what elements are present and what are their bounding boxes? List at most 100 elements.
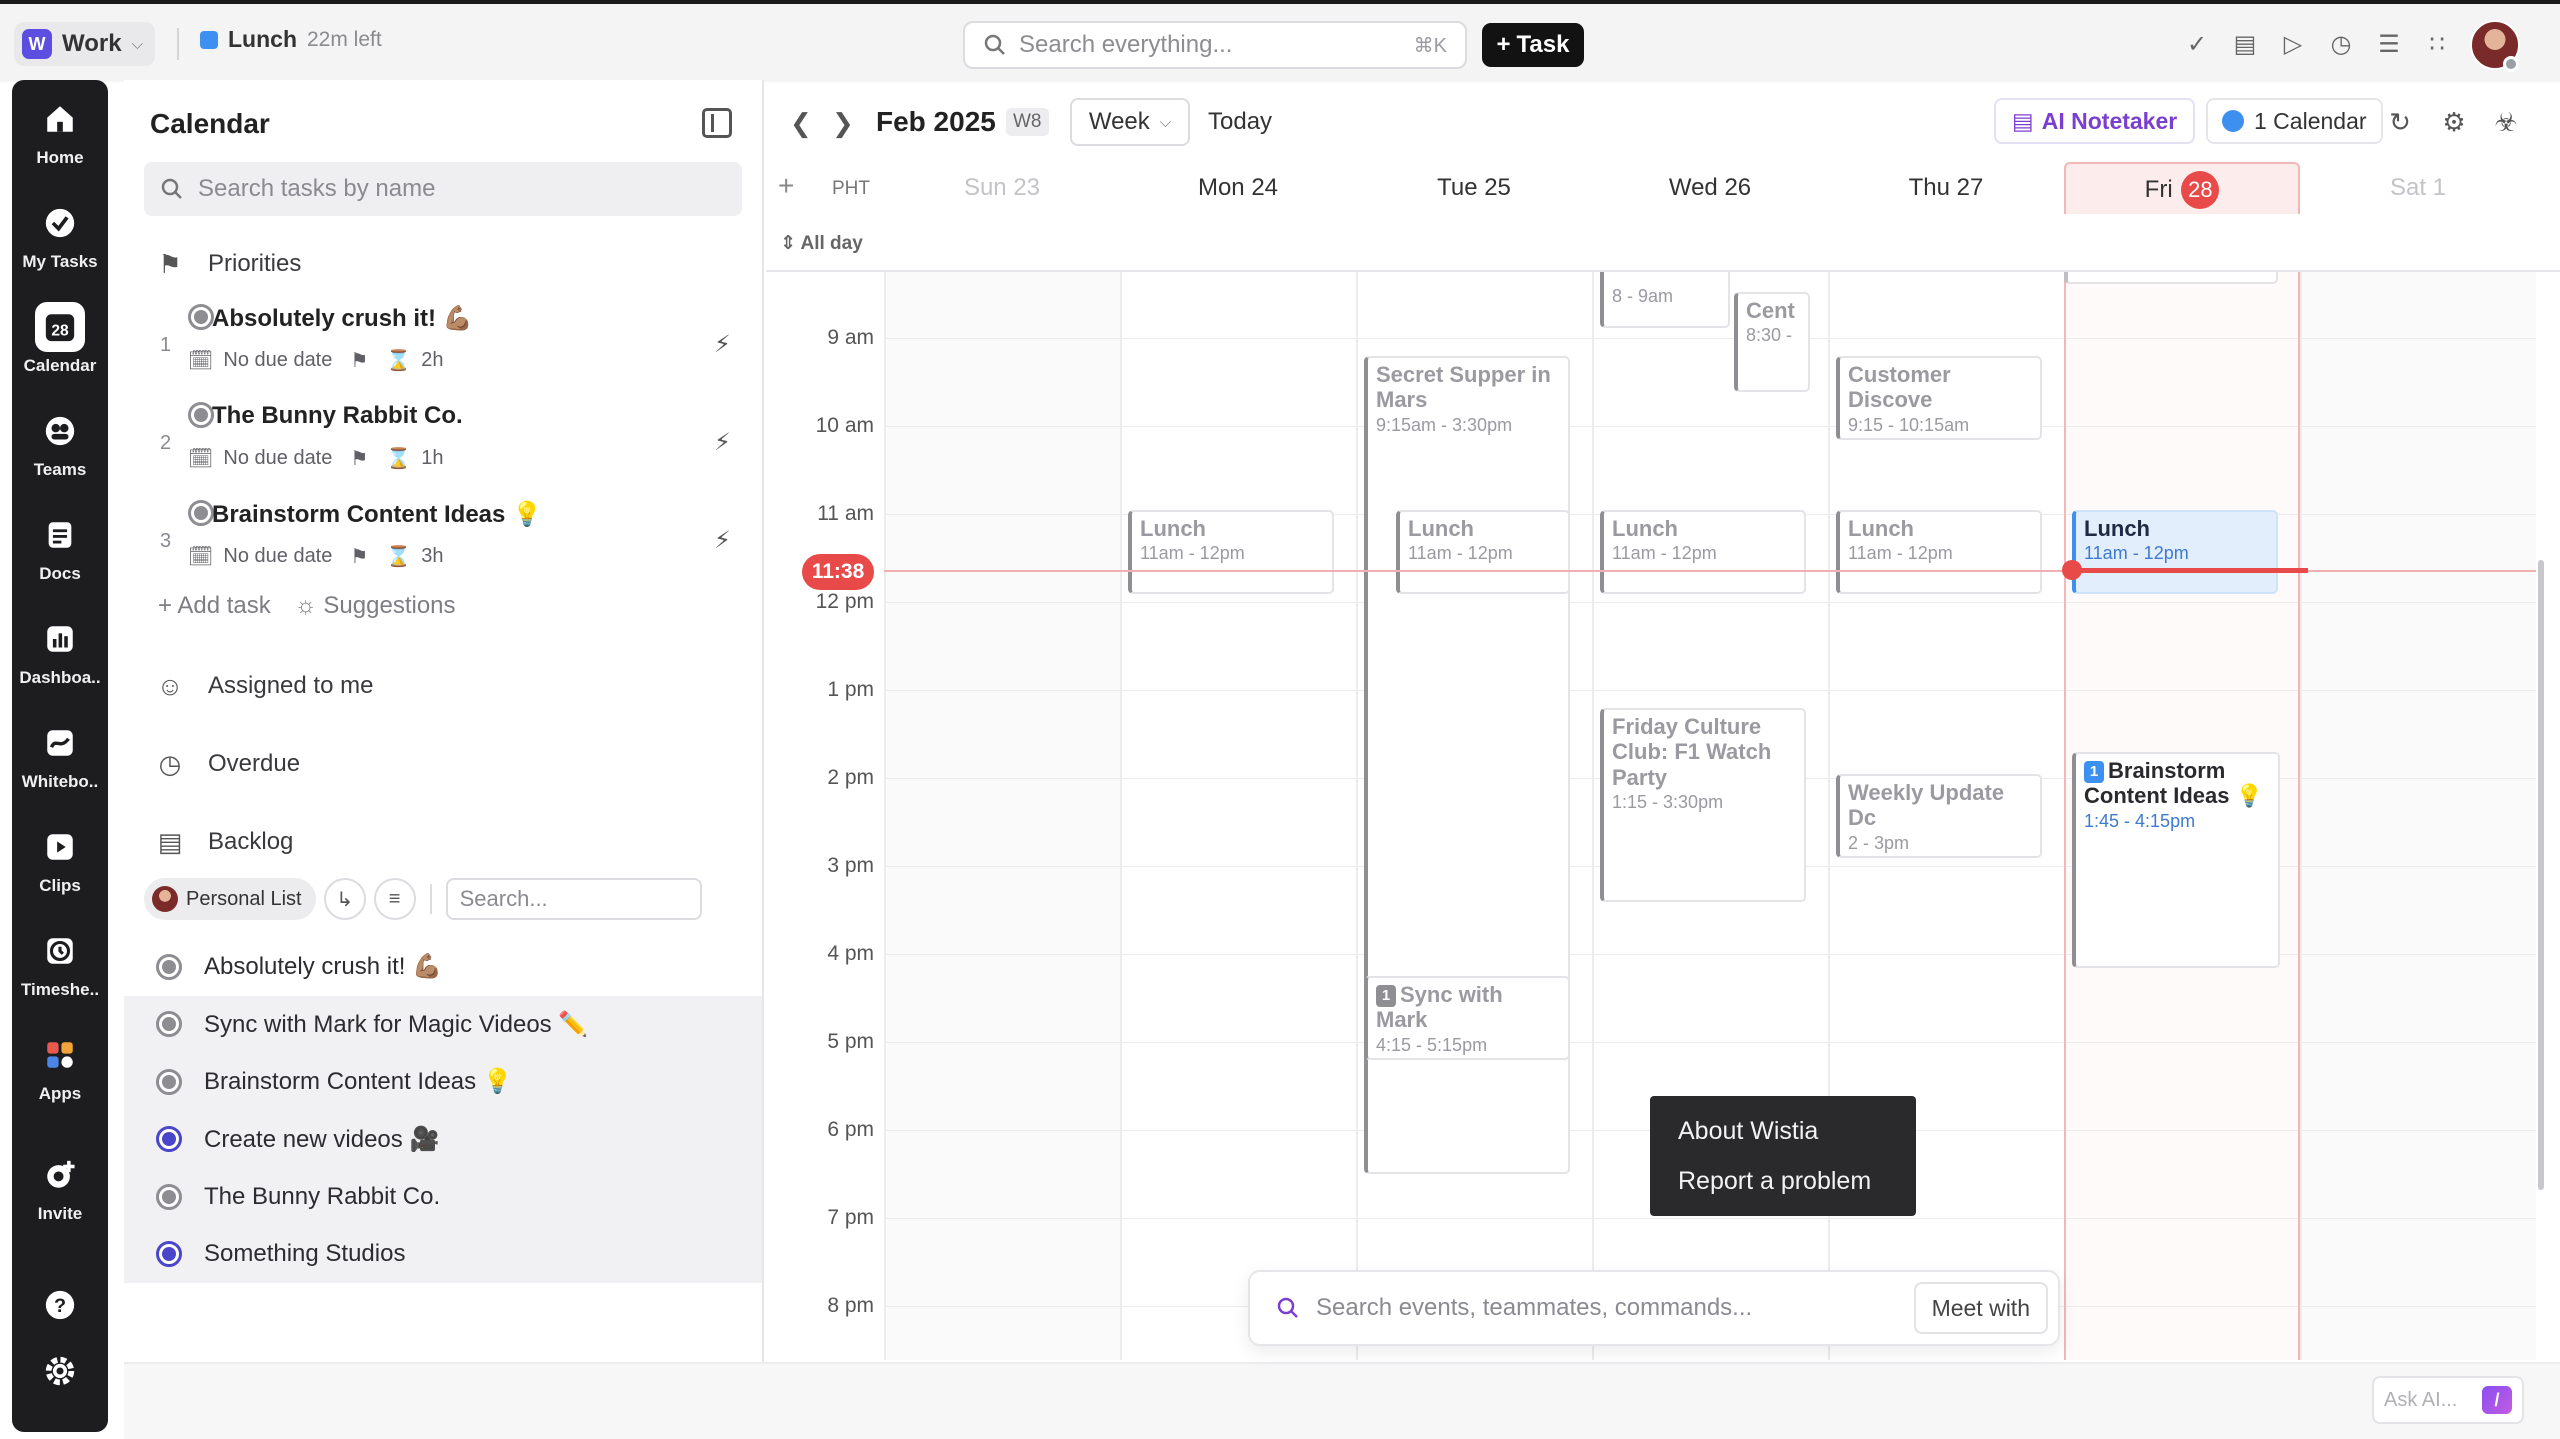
sidebar-collapse-icon[interactable] <box>702 108 732 138</box>
today-button[interactable]: Today <box>1208 108 1272 136</box>
settings-button[interactable] <box>12 1346 108 1396</box>
calendars-button[interactable]: 1 Calendar <box>2206 98 2383 144</box>
time-estimate[interactable]: 3h <box>421 545 443 568</box>
priority-task-2[interactable]: 2 The Bunny Rabbit Co. 🗓 No due date ⚑ ⌛… <box>160 398 750 490</box>
day-header[interactable]: Tue 25 <box>1356 162 1592 214</box>
time-estimate[interactable]: 2h <box>421 349 443 372</box>
priority-task-1[interactable]: 1 Absolutely crush it! 💪🏽 🗓 No due date … <box>160 300 750 392</box>
day-column[interactable] <box>884 272 1120 1360</box>
section-assigned[interactable]: ☺ Assigned to me <box>154 670 374 702</box>
view-selector[interactable]: Week ⌵ <box>1070 98 1190 146</box>
meet-with-button[interactable]: Meet with <box>1913 1282 2048 1334</box>
video-icon[interactable]: ▷ <box>2278 26 2308 62</box>
task-status-icon[interactable] <box>156 1068 182 1095</box>
backlog-item[interactable]: Brainstorm Content Ideas 💡 <box>124 1053 762 1111</box>
calendar-event[interactable]: 1 Sync with Mark 4:15 - 5:15pm <box>1364 976 1570 1060</box>
calendar-event[interactable]: Cent 8:30 - <box>1734 292 1810 392</box>
all-day-label[interactable]: ⇕ All day <box>780 232 863 255</box>
lightning-icon[interactable]: ⚡ <box>714 428 731 457</box>
alarm-clock-icon[interactable]: ◷ <box>2326 26 2356 62</box>
calendar-event[interactable]: Lunch 11am - 12pm <box>1128 510 1334 594</box>
command-bar[interactable]: Search events, teammates, commands... Me… <box>1248 1270 2060 1346</box>
section-priorities[interactable]: ⚑ Priorities <box>154 248 301 280</box>
nav-apps[interactable]: Apps <box>12 1030 108 1104</box>
ai-notetaker-button[interactable]: ▤ AI Notetaker <box>1994 98 2196 144</box>
active-timer[interactable]: Lunch 22m left <box>200 26 382 53</box>
calendar-event[interactable]: Weekly Update Dc 2 - 3pm <box>1836 774 2042 858</box>
task-status-icon[interactable] <box>188 304 214 330</box>
day-header[interactable]: Mon 24 <box>1120 162 1356 214</box>
check-circle-icon[interactable]: ✓ <box>2182 26 2212 62</box>
calendar-event[interactable] <box>2064 272 2278 284</box>
task-status-icon[interactable] <box>156 953 182 980</box>
nav-clips[interactable]: Clips <box>12 822 108 896</box>
workspace-switcher[interactable]: W Work ⌵ <box>14 22 155 66</box>
task-status-icon[interactable] <box>156 1183 182 1210</box>
lightning-icon[interactable]: ⚡ <box>714 526 731 555</box>
filter-icon[interactable]: ≡ <box>373 878 416 920</box>
backlog-item[interactable]: Something Studios <box>124 1225 762 1283</box>
nav-teams[interactable]: Teams <box>12 406 108 480</box>
due-date[interactable]: No due date <box>223 545 332 568</box>
time-estimate[interactable]: 1h <box>421 447 443 470</box>
calendar-event[interactable]: Friday Culture Club: F1 Watch Party 1:15… <box>1600 708 1806 902</box>
calendar-event[interactable]: Customer Discove 9:15 - 10:15am <box>1836 356 2042 440</box>
new-task-button[interactable]: + Task <box>1482 23 1584 67</box>
gear-icon[interactable]: ⚙ <box>2434 100 2474 144</box>
help-button[interactable]: ? <box>12 1280 108 1330</box>
nav-calendar[interactable]: 28 Calendar <box>12 302 108 376</box>
task-status-icon[interactable] <box>188 500 214 526</box>
refresh-icon[interactable]: ↻ <box>2380 100 2420 144</box>
chevron-right-icon[interactable]: ❯ <box>832 108 854 139</box>
flag-icon[interactable]: ⚑ <box>350 446 368 471</box>
menu-item-report-problem[interactable]: Report a problem <box>1650 1156 1916 1206</box>
suggestions-button[interactable]: ☼ Suggestions <box>295 592 456 620</box>
priority-task-3[interactable]: 3 Brainstorm Content Ideas 💡 🗓 No due da… <box>160 496 750 588</box>
day-header-today[interactable]: Fri 28 <box>2064 162 2300 214</box>
day-header[interactable]: Thu 27 <box>1828 162 2064 214</box>
nav-my-tasks[interactable]: My Tasks <box>12 198 108 272</box>
task-status-icon[interactable] <box>188 402 214 428</box>
calendar-event[interactable]: Lunch 11am - 12pm <box>1836 510 2042 594</box>
day-column[interactable] <box>1120 272 1356 1360</box>
notepad-icon[interactable]: ▤ <box>2230 26 2260 62</box>
backlog-item[interactable]: The Bunny Rabbit Co. <box>124 1168 762 1226</box>
calendar-event[interactable]: Lunch 11am - 12pm <box>1396 510 1570 594</box>
document-icon[interactable]: ☰ <box>2374 26 2404 62</box>
task-status-icon[interactable] <box>156 1241 182 1268</box>
menu-item-about-wistia[interactable]: About Wistia <box>1650 1106 1916 1156</box>
flag-icon[interactable]: ⚑ <box>350 544 368 569</box>
hierarchy-icon[interactable]: ↳ <box>323 878 366 920</box>
task-status-icon[interactable] <box>156 1126 182 1153</box>
calendar-event-current[interactable]: Lunch 11am - 12pm <box>2072 510 2278 594</box>
section-backlog[interactable]: ▤ Backlog <box>154 826 294 858</box>
day-header[interactable]: Wed 26 <box>1592 162 1828 214</box>
nav-dashboards[interactable]: Dashboa.. <box>12 614 108 688</box>
due-date[interactable]: No due date <box>223 349 332 372</box>
nav-timesheets[interactable]: Timeshe.. <box>12 926 108 1000</box>
calendar-event[interactable]: 1 Brainstorm Content Ideas 💡 1:45 - 4:15p… <box>2072 752 2280 968</box>
app-grid-icon[interactable]: ∷ <box>2422 26 2452 62</box>
nav-docs[interactable]: Docs <box>12 510 108 584</box>
day-header[interactable]: Sun 23 <box>884 162 1120 214</box>
backlog-search-input[interactable]: Search... <box>445 878 702 920</box>
add-event-plus-icon[interactable]: + <box>778 170 794 202</box>
calendar-scrollbar[interactable] <box>2538 560 2544 1190</box>
flag-icon[interactable]: ⚑ <box>350 348 368 373</box>
add-task-button[interactable]: + Add task <box>158 592 271 620</box>
ask-ai-input[interactable]: Ask AI... / <box>2372 1376 2524 1424</box>
chevron-left-icon[interactable]: ❮ <box>790 108 812 139</box>
backlog-item[interactable]: Sync with Mark for Magic Videos ✏️ <box>124 995 762 1053</box>
task-status-icon[interactable] <box>156 1011 182 1038</box>
list-filter-chip[interactable]: Personal List <box>144 878 316 920</box>
nav-home[interactable]: Home <box>12 94 108 168</box>
day-column[interactable] <box>2300 272 2536 1360</box>
due-date[interactable]: No due date <box>223 447 332 470</box>
section-overdue[interactable]: ◷ Overdue <box>154 748 300 780</box>
nav-whiteboards[interactable]: Whitebo.. <box>12 718 108 792</box>
calendar-event[interactable]: 8 - 9am <box>1600 272 1730 328</box>
backlog-item[interactable]: Create new videos 🎥 <box>124 1110 762 1168</box>
nav-invite[interactable]: Invite <box>12 1150 108 1224</box>
calendar-event[interactable]: Lunch 11am - 12pm <box>1600 510 1806 594</box>
backlog-item[interactable]: Absolutely crush it! 💪🏽 <box>124 938 762 996</box>
